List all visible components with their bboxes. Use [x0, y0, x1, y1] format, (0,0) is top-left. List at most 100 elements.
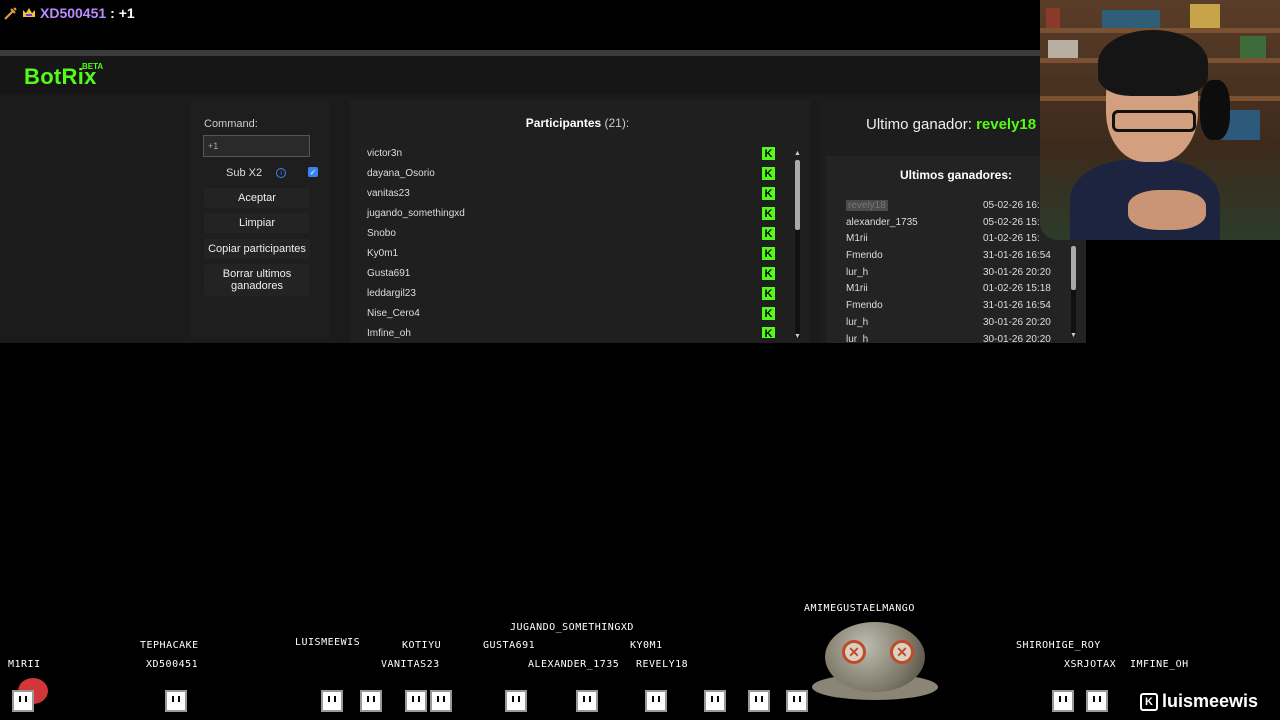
player-avatar	[321, 690, 343, 712]
command-panel: Command: Sub X2 i ✓ Aceptar Limpiar Copi…	[190, 100, 330, 340]
player-avatar	[165, 690, 187, 712]
scroll-thumb[interactable]	[795, 160, 800, 230]
headphone	[1200, 80, 1230, 140]
list-item[interactable]: victor3n K	[350, 144, 790, 164]
player-avatar	[645, 690, 667, 712]
participant-name: jugando_somethingxd	[367, 208, 465, 219]
table-row[interactable]: lur_h 30-01-26 20:20	[844, 332, 1064, 343]
streamer-name: luismeewis	[1162, 691, 1259, 711]
kick-icon: K	[762, 187, 775, 200]
table-row[interactable]: Fmendo 31-01-26 16:54	[844, 248, 1064, 265]
player-tag: XSRJOTAX	[1064, 659, 1117, 670]
winner-name: M1rii	[846, 233, 868, 245]
book	[1046, 8, 1060, 28]
winner-date: 30-01-26 20:20	[983, 266, 1051, 278]
winner-name: lur_h	[846, 333, 869, 343]
book	[1102, 10, 1160, 28]
last-winners-title: Ultimos ganadores:	[900, 168, 1013, 182]
participant-name: Nise_Cero4	[367, 308, 420, 319]
player-tag: VANITAS23	[381, 659, 440, 670]
table-row[interactable]: Fmendo 31-01-26 16:54	[844, 298, 1064, 315]
last-winner-name: revely18	[976, 116, 1037, 133]
player-tag: KY0M1	[630, 640, 663, 651]
participant-name: leddargil23	[367, 288, 416, 299]
player-avatar	[405, 690, 427, 712]
player-avatar	[1052, 690, 1074, 712]
winner-name: lur_h	[846, 266, 869, 278]
winner-date: 05-02-26 16:	[983, 200, 1040, 211]
list-item[interactable]: dayana_Osorio K	[350, 164, 790, 184]
list-item[interactable]: Imfine_oh K	[350, 324, 790, 338]
kick-icon: K	[762, 267, 775, 280]
list-item[interactable]: Nise_Cero4 K	[350, 304, 790, 324]
glasses	[1112, 110, 1196, 132]
player-tag: M1RII	[8, 659, 41, 670]
player-tag: AMIMEGUSTAELMANGO	[804, 603, 915, 614]
player-tag: GUSTA691	[483, 640, 536, 651]
winners-panel: Ultimo ganador: revely18 Ultimos ganador…	[820, 100, 1086, 346]
streamer-handle: K luismeewis	[1140, 691, 1258, 712]
player-tag: TEPHACAKE	[140, 640, 199, 651]
last-winners-list[interactable]: revely18 05-02-26 16: alexander_1735 05-02…	[844, 198, 1064, 342]
table-row[interactable]: lur_h 30-01-26 20:20	[844, 315, 1064, 332]
command-input[interactable]	[203, 135, 310, 157]
player-tag: KOTIYU	[402, 640, 442, 651]
player-tag: REVELY18	[636, 659, 689, 670]
participants-list[interactable]: victor3n K dayana_Osorio K vanitas23 K juga…	[350, 144, 790, 338]
table-row[interactable]: M1rii 01-02-26 15:18	[844, 281, 1064, 298]
winner-date: 01-02-26 15:	[983, 233, 1040, 245]
participants-heading: Participantes	[525, 116, 602, 130]
accept-button[interactable]: Aceptar	[204, 188, 310, 208]
scroll-down-icon[interactable]: ▼	[794, 333, 801, 340]
winner-name: Fmendo	[846, 300, 883, 312]
table-row[interactable]: M1rii 01-02-26 15:	[844, 231, 1064, 248]
participants-scrollbar[interactable]	[795, 160, 800, 338]
app-header: BotRix BETA	[0, 56, 1040, 94]
player-avatar	[786, 690, 808, 712]
list-item[interactable]: Ky0m1 K	[350, 244, 790, 264]
scroll-up-icon[interactable]: ▲	[794, 150, 801, 157]
winner-date: 30-01-26 20:20	[983, 333, 1051, 343]
webcam-feed	[1040, 0, 1280, 240]
winner-name: lur_h	[846, 316, 869, 328]
sub-x2-checkbox[interactable]: ✓	[308, 167, 318, 177]
list-item[interactable]: Gusta691 K	[350, 264, 790, 284]
kick-icon: K	[762, 227, 775, 240]
kick-icon: K	[762, 327, 775, 338]
kick-logo-icon: K	[1140, 692, 1158, 711]
copy-participants-button[interactable]: Copiar participantes	[204, 239, 310, 259]
clear-button[interactable]: Limpiar	[204, 213, 310, 233]
participant-name: vanitas23	[367, 188, 410, 199]
list-item[interactable]: Snobo K	[350, 224, 790, 244]
participant-name: Gusta691	[367, 268, 411, 279]
player-tag: IMFINE_OH	[1130, 659, 1189, 670]
table-row[interactable]: revely18 05-02-26 16:	[844, 198, 1064, 215]
sub-x2-row: Sub X2 i	[226, 167, 287, 179]
delete-winners-button[interactable]: Borrar ultimos ganadores	[204, 264, 310, 296]
winner-date: 05-02-26 15:	[983, 216, 1040, 228]
list-item[interactable]: jugando_somethingxd K	[350, 204, 790, 224]
winner-date: 31-01-26 16:54	[983, 250, 1051, 262]
player-tag: JUGANDO_SOMETHINGXD	[510, 622, 634, 633]
list-item[interactable]: leddargil23 K	[350, 284, 790, 304]
player-avatar	[704, 690, 726, 712]
kick-icon: K	[762, 247, 775, 260]
botrix-app: BotRix BETA Command: Sub X2 i ✓ Aceptar …	[0, 50, 1086, 346]
player-tag: ALEXANDER_1735	[528, 659, 620, 670]
participants-count: (21):	[604, 116, 630, 130]
table-row[interactable]: alexander_1735 05-02-26 15:	[844, 215, 1064, 232]
table-row[interactable]: lur_h 30-01-26 20:20	[844, 265, 1064, 282]
x-eye-icon: ✕	[842, 640, 866, 664]
list-item[interactable]: vanitas23 K	[350, 184, 790, 204]
player-tag: XD500451	[146, 659, 199, 670]
player-tag: LUISMEEWIS	[295, 637, 361, 648]
info-icon[interactable]: i	[276, 168, 287, 178]
book	[1190, 4, 1220, 28]
winners-scrollbar[interactable]	[1071, 246, 1076, 336]
scroll-down-icon[interactable]: ▼	[1070, 332, 1077, 339]
chat-message: XD500451 : +1	[4, 5, 135, 21]
participants-panel: Participantes (21): victor3n K dayana_Oso…	[350, 100, 810, 344]
scroll-thumb[interactable]	[1071, 246, 1076, 290]
kick-icon: K	[762, 207, 775, 220]
beta-badge: BETA	[82, 62, 104, 71]
